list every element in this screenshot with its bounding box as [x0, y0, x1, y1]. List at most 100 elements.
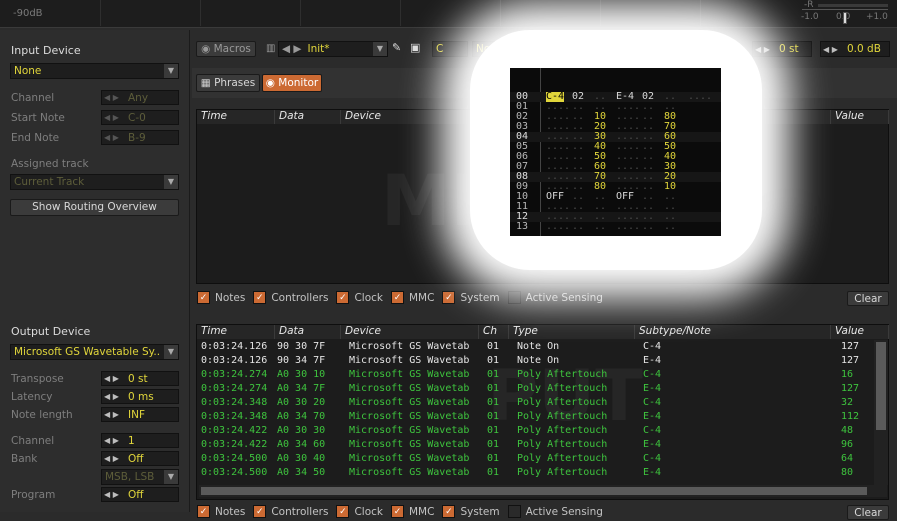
cell-value: 80 [841, 467, 854, 478]
transpose-spinner[interactable]: ◀ ▶ 0 st [101, 371, 179, 386]
keyboard-icon[interactable]: ▥ [266, 43, 275, 54]
table-row[interactable]: 0:03:24.348 A0 30 20 Microsoft GS Wavetab 0… [197, 396, 873, 410]
cell-time: 0:03:24.500 [201, 467, 268, 478]
cell-device: Microsoft GS Wavetab [349, 411, 470, 422]
cell-value: 48 [841, 425, 854, 436]
cell-ch: 01 [487, 439, 500, 450]
filter-label: Active Sensing [525, 291, 603, 304]
transpose-value: 0 st [128, 372, 148, 385]
bank-spinner[interactable]: ◀ ▶ Off [101, 451, 179, 466]
spin-arrows-icon: ◀ ▶ [104, 374, 119, 383]
horizontal-scrollbar[interactable] [199, 485, 887, 497]
filter-clock[interactable]: ✓ Clock [336, 291, 383, 304]
db-scale-label: -90dB [13, 8, 43, 19]
filter-active-sensing[interactable]: Active Sensing [507, 291, 603, 304]
filter-controllers[interactable]: ✓ Controllers [253, 291, 328, 304]
table-row[interactable]: 0:03:24.126 90 30 7F Microsoft GS Wavetab 0… [197, 340, 873, 354]
cell-value: 96 [841, 439, 854, 450]
vu-knob[interactable] [843, 12, 847, 24]
chevron-down-icon: ▼ [164, 64, 178, 78]
note-length-label: Note length [11, 409, 73, 421]
filter-label: System [460, 291, 500, 304]
col-value: Value [831, 110, 889, 124]
table-row[interactable]: 0:03:24.348 A0 34 70 Microsoft GS Wavetab 0… [197, 410, 873, 424]
table-row[interactable]: 0:03:24.126 90 34 7F Microsoft GS Wavetab 0… [197, 354, 873, 368]
input-device-value: None [14, 65, 42, 77]
pattern-cell-n: 13 [516, 221, 529, 232]
clear-input-button[interactable]: Clear [847, 291, 889, 306]
checkbox-unchecked-icon[interactable] [507, 291, 521, 304]
end-note-label: End Note [11, 132, 60, 144]
latency-spinner[interactable]: ◀ ▶ 0 ms [101, 389, 179, 404]
col-time: Time [197, 110, 275, 124]
program-spinner[interactable]: ◀ ▶ Off [101, 487, 179, 502]
volume-value: 0.0 dB [847, 43, 881, 55]
output-device-select[interactable]: Microsoft GS Wavetable Sy.. ▼ [10, 344, 179, 360]
cell-sub: E-4 [643, 467, 662, 478]
table-row[interactable]: 0:03:24.422 A0 30 30 Microsoft GS Wavetab 0… [197, 424, 873, 438]
bank-mode-value: MSB, LSB [105, 471, 155, 483]
cell-ch: 01 [487, 453, 500, 464]
pattern-cell-e: .. [642, 221, 655, 232]
start-note-spinner[interactable]: ◀ ▶ C-0 [101, 110, 179, 125]
channel-spinner[interactable]: ◀ ▶ Any [101, 90, 179, 105]
input-device-select[interactable]: None ▼ [10, 63, 179, 79]
out-channel-spinner[interactable]: ◀ ▶ 1 [101, 433, 179, 448]
transpose-spinner-top[interactable]: ◀ ▶ 0 st [752, 41, 812, 57]
cell-sub: E-4 [643, 439, 662, 450]
cell-device: Microsoft GS Wavetab [349, 467, 470, 478]
table-row[interactable]: 0:03:24.274 A0 34 7F Microsoft GS Wavetab 0… [197, 382, 873, 396]
filter-notes[interactable]: ✓ Notes [197, 291, 245, 304]
note-length-spinner[interactable]: ◀ ▶ INF [101, 407, 179, 422]
filter-system[interactable]: ✓ System [442, 291, 500, 304]
input-device-title: Input Device [11, 44, 81, 57]
col-ch: Ch [479, 325, 509, 339]
cell-time: 0:03:24.274 [201, 369, 268, 380]
cell-time: 0:03:24.126 [201, 341, 268, 352]
preset-select[interactable]: ◀ ▶ Init* ▼ [278, 41, 388, 57]
table-row[interactable]: 0:03:24.500 A0 34 50 Microsoft GS Wavetab 0… [197, 466, 873, 480]
cell-type: Note On [517, 355, 560, 366]
grid-icon: ▦ [200, 77, 215, 89]
input-watermark: MI [381, 160, 477, 242]
pattern-cell-g: .... [688, 91, 713, 102]
pattern-row[interactable]: 13................ [510, 222, 721, 232]
cell-value: 16 [841, 369, 854, 380]
show-routing-overview-button[interactable]: Show Routing Overview [10, 199, 179, 216]
cell-sub: C-4 [643, 341, 662, 352]
assigned-track-select[interactable]: Current Track ▼ [10, 174, 179, 190]
cell-ch: 01 [487, 369, 500, 380]
cell-device: Microsoft GS Wavetab [349, 453, 470, 464]
checkbox-checked-icon[interactable]: ✓ [390, 291, 404, 304]
checkbox-checked-icon[interactable]: ✓ [197, 291, 210, 304]
table-row[interactable]: 0:03:24.500 A0 30 40 Microsoft GS Wavetab 0… [197, 452, 873, 466]
save-icon[interactable]: ▣ [410, 41, 424, 57]
clear-output-button[interactable]: Clear [847, 505, 889, 520]
tab-monitor-label: Monitor [278, 77, 319, 89]
macros-button[interactable]: ◉ Macros [196, 41, 256, 57]
cell-sub: C-4 [643, 425, 662, 436]
transpose-label: Transpose [11, 373, 64, 385]
table-row[interactable]: 0:03:24.422 A0 34 60 Microsoft GS Wavetab 0… [197, 438, 873, 452]
tab-monitor[interactable]: ◉ Monitor [262, 74, 322, 92]
tab-phrases[interactable]: ▦ Phrases [196, 74, 260, 92]
cell-type: Note On [517, 341, 560, 352]
output-rows: 0:03:24.126 90 30 7F Microsoft GS Wavetab 0… [197, 340, 873, 485]
start-note-label: Start Note [11, 112, 65, 124]
checkbox-checked-icon[interactable]: ✓ [253, 291, 267, 304]
key-select[interactable]: C [432, 41, 468, 57]
checkbox-checked-icon[interactable]: ✓ [442, 291, 456, 304]
cell-type: Poly Aftertouch [517, 453, 608, 464]
vu-meter: -R -L -1.0 0.0 +1.0 [798, 0, 893, 26]
table-row[interactable]: 0:03:24.274 A0 30 10 Microsoft GS Wavetab 0… [197, 368, 873, 382]
end-note-spinner[interactable]: ◀ ▶ B-9 [101, 130, 179, 145]
pattern-cell-a: .... [546, 221, 571, 232]
filter-mmc[interactable]: ✓ MMC [390, 291, 434, 304]
edit-icon[interactable]: ✎ [392, 41, 406, 57]
checkbox-checked-icon[interactable]: ✓ [336, 291, 350, 304]
cell-time: 0:03:24.422 [201, 439, 268, 450]
cell-device: Microsoft GS Wavetab [349, 355, 470, 366]
vertical-scrollbar[interactable] [874, 340, 888, 485]
volume-spinner[interactable]: ◀ ▶ 0.0 dB [820, 41, 890, 57]
bank-mode-select[interactable]: MSB, LSB ▼ [101, 469, 179, 485]
